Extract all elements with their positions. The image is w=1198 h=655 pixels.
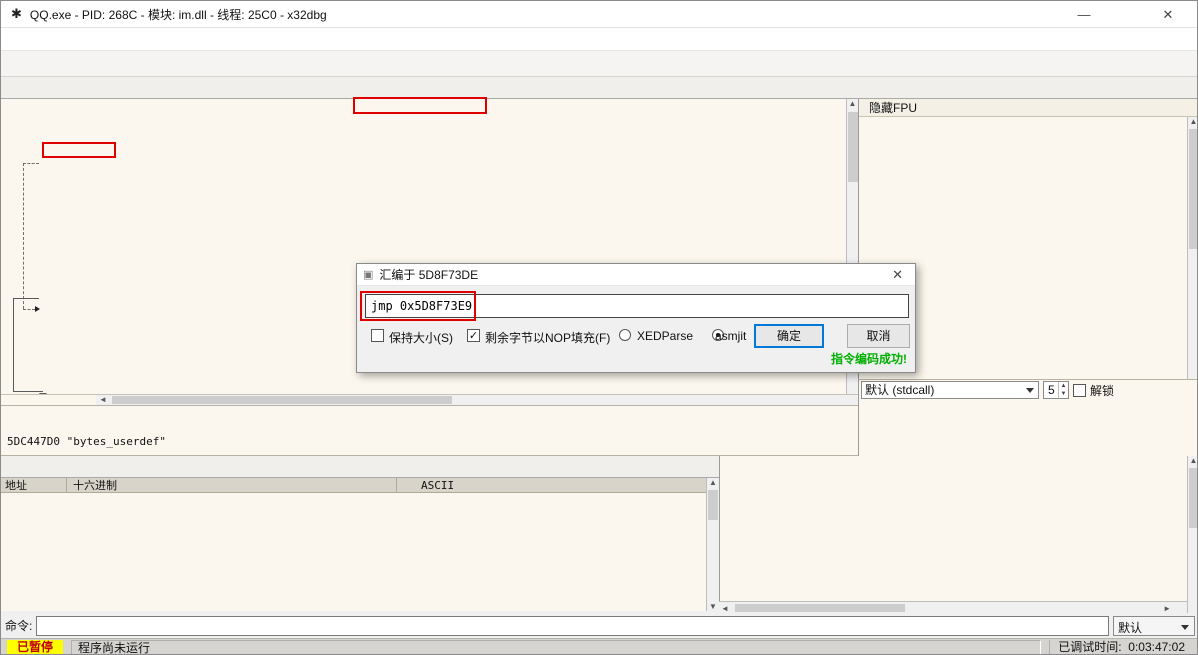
cancel-button[interactable]: 取消 [847, 324, 910, 348]
close-button[interactable]: ✕ [1145, 1, 1191, 28]
command-bar: 命令: 默认 [1, 613, 1197, 638]
dump-header-hex: 十六进制 [67, 478, 397, 492]
disasm-hscrollbar[interactable]: ◄ [1, 394, 858, 405]
window-title: QQ.exe - PID: 268C - 模块: im.dll - 线程: 25… [29, 7, 327, 22]
keep-size-checkbox[interactable] [371, 329, 384, 342]
assemble-dialog: ▣ 汇编于 5D8F73DE ✕ 保持大小(S) ✓ 剩余字节以NOP填充(F)… [356, 263, 916, 373]
toolbar [1, 51, 1197, 77]
dump-header: 地址 十六进制 ASCII [1, 478, 719, 493]
calling-convention-select[interactable]: 默认 (stdcall) [861, 381, 1039, 399]
dialog-icon: ▣ [363, 269, 374, 281]
menu-bar [1, 28, 1197, 51]
dump-tabs [1, 456, 719, 478]
keep-size-label: 保持大小(S) [389, 331, 453, 345]
xedparse-radio[interactable] [619, 329, 631, 341]
asmjit-label: asmjit [715, 329, 747, 343]
info-box: 5DC447D0 "bytes_userdef" .text:5D8F73DE … [1, 405, 858, 526]
xedparse-label: XEDParse [637, 329, 694, 343]
unlock-checkbox[interactable] [1073, 383, 1086, 397]
command-input[interactable] [36, 615, 1109, 636]
info-line-1: 5DC447D0 "bytes_userdef" [7, 435, 166, 448]
arg-count-spinner[interactable]: 5 ▲ ▼ [1043, 381, 1069, 399]
nop-fill-label: 剩余字节以NOP填充(F) [485, 331, 611, 345]
status-badge: 已暂停 [7, 640, 64, 654]
dump-scrollbar[interactable]: ▲ ▼ [706, 478, 719, 611]
view-tabs [1, 77, 1197, 99]
x32dbg-window: ✱ QQ.exe - PID: 268C - 模块: im.dll - 线程: … [0, 0, 1198, 655]
assemble-instruction-input[interactable] [365, 294, 909, 318]
dialog-title-bar[interactable]: ▣ 汇编于 5D8F73DE ✕ [357, 264, 915, 286]
chevron-down-icon [1026, 388, 1034, 393]
hide-fpu-button[interactable]: 隐藏FPU [859, 99, 1197, 117]
ok-button[interactable]: 确定 [754, 324, 824, 348]
memory-dump[interactable] [1, 493, 706, 611]
dialog-close-icon[interactable]: ✕ [886, 267, 909, 283]
status-message: 程序尚未运行 [71, 640, 1042, 654]
unlock-label: 解锁 [1090, 383, 1115, 398]
minimize-button[interactable]: — [1061, 1, 1107, 28]
nop-fill-checkbox[interactable]: ✓ [467, 329, 480, 342]
arguments-panel: 默认 (stdcall) 5 ▲ ▼ 解锁 [858, 379, 1197, 456]
debug-time: 已调试时间: 0:03:47:02 [1049, 640, 1193, 654]
stack-scrollbar[interactable]: ▲ [1187, 456, 1197, 613]
stack-hscrollbar[interactable]: ◄ ► [719, 601, 1187, 613]
stack-panel[interactable] [719, 456, 1187, 613]
spinner-arrows-icon[interactable]: ▲ ▼ [1058, 382, 1068, 398]
command-label: 命令: [5, 619, 33, 633]
chevron-down-icon [1181, 624, 1189, 630]
dump-header-ascii: ASCII [421, 479, 455, 492]
command-profile-select[interactable]: 默认 [1113, 615, 1195, 636]
dump-header-address: 地址 [1, 478, 67, 492]
encode-status: 指令编码成功! [831, 352, 907, 366]
dialog-title: 汇编于 5D8F73DE [379, 268, 479, 282]
title-bar: ✱ QQ.exe - PID: 268C - 模块: im.dll - 线程: … [1, 1, 1197, 28]
app-icon: ✱ [11, 6, 22, 21]
status-bar: 已暂停 程序尚未运行 已调试时间: 0:03:47:02 [1, 638, 1197, 654]
